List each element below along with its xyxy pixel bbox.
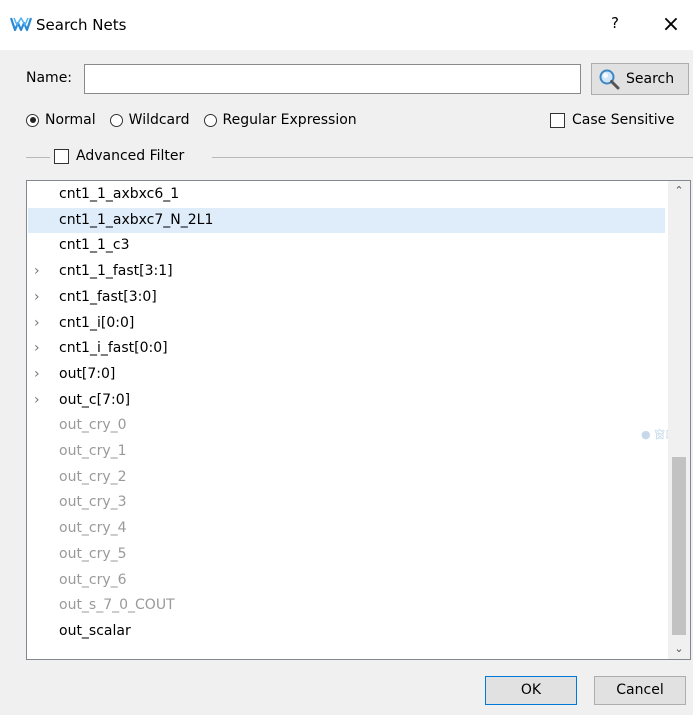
net-row[interactable]: out_cry_1 [28,439,665,464]
expand-chevron-icon[interactable]: › [34,336,40,361]
net-row-label: out_cry_2 [59,468,127,485]
net-row-label: cnt1_fast[3:0] [59,288,157,305]
case-sensitive-label: Case Sensitive [572,112,675,128]
case-sensitive-option[interactable]: Case Sensitive [550,112,675,128]
net-row[interactable]: out_cry_6 [28,568,665,593]
radio-wildcard-label: Wildcard [128,112,190,128]
net-row-label: cnt1_1_fast[3:1] [59,263,173,280]
expand-chevron-icon[interactable]: › [34,285,40,310]
net-row[interactable]: › cnt1_i[0:0] [28,311,665,336]
scroll-up-icon[interactable]: ⌃ [668,181,690,201]
net-row[interactable]: › out_c[7:0] [28,388,665,413]
net-row-label: out_cry_6 [59,571,127,588]
net-row[interactable]: › cnt1_1_fast[3:1] [28,259,665,284]
net-row[interactable]: out_scalar [28,619,665,644]
net-row-label: out_s_7_0_COUT [59,597,175,614]
cancel-button[interactable]: Cancel [594,676,686,705]
case-sensitive-checkbox[interactable] [550,112,565,128]
net-row-label: out_cry_4 [59,520,127,537]
net-row-label: cnt1_i_fast[0:0] [59,340,168,357]
advanced-filter-checkbox[interactable] [54,148,69,164]
net-row-label: out_cry_3 [59,494,127,511]
net-row-label: out_scalar [59,622,131,639]
expand-chevron-icon[interactable]: › [34,362,40,387]
advanced-filter-option[interactable]: Advanced Filter [54,148,184,164]
close-button[interactable]: × [656,10,686,40]
net-row-label: out_cry_5 [59,545,127,562]
net-row-label: cnt1_i[0:0] [59,314,135,331]
net-row[interactable]: cnt1_1_axbxc7_N_2L1 [28,207,665,233]
advanced-filter-label: Advanced Filter [76,148,185,164]
radio-normal-label: Normal [45,112,96,128]
net-row[interactable]: › cnt1_fast[3:0] [28,285,665,310]
window-title: Search Nets [36,16,127,34]
match-mode-group: Normal Wildcard Regular Expression [26,112,371,128]
radio-wildcard-indicator[interactable] [109,113,123,127]
radio-normal[interactable]: Normal [26,112,96,128]
name-label: Name: [26,70,73,86]
net-row[interactable]: › out[7:0] [28,362,665,387]
scroll-thumb[interactable] [672,457,686,635]
net-row-label: out_cry_1 [59,443,127,459]
net-row-label: cnt1_1_c3 [59,237,130,254]
net-row[interactable]: cnt1_1_c3 [28,233,665,258]
radio-wildcard[interactable]: Wildcard [109,112,190,128]
expand-chevron-icon[interactable]: › [34,388,40,413]
expand-chevron-icon[interactable]: › [34,259,40,284]
search-button-label: Search [626,71,675,87]
advanced-filter-divider-right [212,157,693,158]
radio-regex-label: Regular Expression [222,112,357,128]
title-bar: Search Nets ? × [0,0,693,50]
advanced-filter-divider-left [26,157,50,158]
magnifier-icon [599,69,620,90]
net-row[interactable]: › cnt1_i_fast[0:0] [28,336,665,361]
search-button[interactable]: Search [591,63,689,95]
vertical-scrollbar[interactable]: ⌃ ⌄ [668,181,690,659]
scroll-down-icon[interactable]: ⌄ [668,639,690,659]
net-row[interactable]: out_s_7_0_COUT [28,593,665,618]
expand-chevron-icon[interactable]: › [34,311,40,336]
radio-regular-expression[interactable]: Regular Expression [203,112,357,128]
app-logo-icon [10,17,32,32]
net-row[interactable]: out_cry_0 [28,413,665,438]
net-row[interactable]: out_cry_4 [28,516,665,541]
net-row-label: out[7:0] [59,365,116,382]
name-input[interactable] [84,64,581,94]
net-row[interactable]: cnt1_1_axbxc6_1 [28,182,665,207]
net-row-label: cnt1_1_axbxc6_1 [59,186,180,202]
radio-normal-indicator[interactable] [26,113,39,127]
net-row[interactable]: out_cry_2 [28,465,665,490]
radio-regex-indicator[interactable] [203,113,217,127]
net-row-label: out_cry_0 [59,417,127,434]
net-row-label: cnt1_1_axbxc7_N_2L1 [59,211,214,228]
nets-list[interactable]: out_scalar out_s_7_0_COUT out_cry_6 out_cry… [26,180,691,660]
help-button[interactable]: ? [604,14,626,36]
net-row-label: out_c[7:0] [59,391,131,408]
net-row[interactable]: out_cry_5 [28,542,665,567]
net-row[interactable]: out_cry_3 [28,490,665,515]
ok-button[interactable]: OK [485,676,577,705]
